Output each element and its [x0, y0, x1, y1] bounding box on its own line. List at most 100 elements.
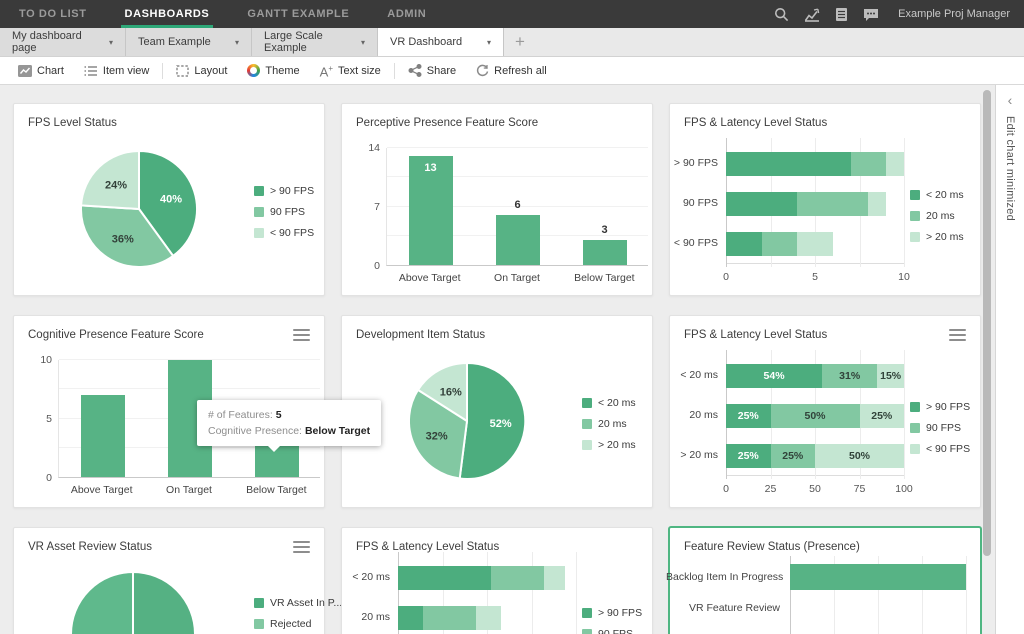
pie-slice-label: 24% [105, 180, 127, 192]
card-menu-icon[interactable] [293, 541, 310, 553]
bar-segment[interactable] [851, 152, 887, 176]
chevron-left-icon[interactable]: ‹ [1008, 94, 1013, 106]
bar-segment[interactable] [886, 152, 904, 176]
bar[interactable] [790, 564, 966, 590]
card-menu-icon[interactable] [949, 329, 966, 341]
nav-item-todo-list[interactable]: TO DO LIST [15, 0, 91, 28]
legend-item[interactable]: > 90 FPS [582, 606, 642, 620]
report-icon[interactable] [835, 7, 848, 22]
pie-chart [71, 572, 195, 634]
bar-segment[interactable] [868, 192, 886, 216]
theme-button[interactable]: Theme [237, 57, 309, 84]
nav-item-dashboards[interactable]: DASHBOARDS [121, 0, 214, 28]
bar-segment[interactable] [726, 192, 797, 216]
legend-item[interactable]: < 90 FPS [254, 226, 314, 240]
bar-segment[interactable] [726, 232, 762, 256]
bar-value-label: 6 [514, 199, 520, 211]
chart-card-fps-latency-2: FPS & Latency Level Status 54%31%15%25%5… [669, 315, 981, 508]
bar-segment[interactable] [491, 566, 544, 590]
legend-item[interactable]: > 90 FPS [910, 400, 970, 414]
chart-card-fps-latency-1: FPS & Latency Level Status > 90 FPS90 FP… [669, 103, 981, 296]
add-dashboard-button[interactable]: + [504, 28, 536, 56]
bar-segment[interactable]: 50% [815, 444, 904, 468]
layout-button[interactable]: Layout [166, 57, 237, 84]
legend-item[interactable]: 90 FPS [910, 421, 970, 435]
chevron-down-icon[interactable]: ▾ [235, 38, 239, 47]
card-menu-icon[interactable] [293, 329, 310, 341]
tooltip-row: # of Features:5 [208, 407, 370, 423]
tab-label: VR Dashboard [390, 36, 462, 48]
bar-segment[interactable]: 25% [726, 444, 771, 468]
legend-item[interactable]: > 20 ms [910, 230, 964, 244]
gridline [576, 552, 577, 634]
tab-vr-dashboard[interactable]: VR Dashboard ▾ [378, 28, 504, 56]
nav-item-admin[interactable]: ADMIN [383, 0, 430, 28]
bar[interactable] [583, 240, 627, 265]
legend-item[interactable]: 20 ms [582, 417, 636, 431]
legend-item[interactable]: < 20 ms [582, 396, 636, 410]
tab-my-dashboard-page[interactable]: My dashboard page▾ [0, 28, 126, 56]
bar-segment[interactable] [726, 152, 851, 176]
legend-item[interactable]: 20 ms [910, 209, 964, 223]
tab-team-example[interactable]: Team Example▾ [126, 28, 252, 56]
legend-item[interactable]: 90 FPS [254, 205, 314, 219]
legend-swatch [910, 232, 920, 242]
pie-chart: 52%32%16% [409, 363, 525, 479]
legend-item[interactable]: 90 FPS [582, 627, 642, 634]
bar-segment[interactable] [762, 232, 798, 256]
legend-item[interactable]: > 90 FPS [254, 184, 314, 198]
chart-button[interactable]: Chart [8, 57, 74, 84]
search-icon[interactable] [774, 7, 789, 22]
bar-segment[interactable]: 31% [822, 364, 877, 388]
legend-item[interactable]: < 90 FPS [910, 442, 970, 456]
tab-large-scale-example[interactable]: Large Scale Example▾ [252, 28, 378, 56]
vertical-scrollbar-thumb[interactable] [983, 90, 991, 556]
legend-swatch [254, 207, 264, 217]
pie-slice[interactable] [133, 572, 195, 634]
bar-segment[interactable] [797, 192, 868, 216]
pie-slice[interactable] [71, 572, 133, 634]
bar[interactable] [496, 215, 540, 265]
bar-segment[interactable]: 50% [771, 404, 860, 428]
bar-segment[interactable]: 25% [726, 404, 771, 428]
x-axis-category-label: Below Target [554, 272, 654, 284]
menu-bar [293, 541, 310, 543]
user-name[interactable]: Example Proj Manager [898, 8, 1010, 20]
x-axis-tick-label: 0 [723, 271, 729, 283]
bar-segment[interactable] [423, 606, 476, 630]
analytics-icon[interactable] [804, 7, 820, 22]
y-axis-category-label: 20 ms [670, 409, 718, 421]
edit-chart-panel-collapsed[interactable]: ‹ Edit chart minimized [995, 85, 1024, 634]
bar-segment[interactable]: 25% [860, 404, 905, 428]
button-label: Text size [338, 65, 381, 77]
chart-card-feature-review-presence[interactable]: Feature Review Status (Presence) Backlog… [669, 527, 981, 634]
bar-segment[interactable] [544, 566, 565, 590]
chevron-down-icon[interactable]: ▾ [109, 38, 113, 47]
chevron-down-icon[interactable]: ▾ [361, 38, 365, 47]
legend-item[interactable]: Rejected [254, 617, 342, 631]
bar-segment[interactable]: 54% [726, 364, 822, 388]
bar-segment[interactable] [398, 606, 423, 630]
text-size-button[interactable]: A+ Text size [310, 57, 391, 84]
nav-item-gantt-example[interactable]: GANTT EXAMPLE [243, 0, 353, 28]
bar-segment[interactable]: 15% [877, 364, 904, 388]
x-axis-tick-label: 50 [809, 483, 821, 495]
chart-title: VR Asset Review Status [28, 541, 152, 553]
chat-icon[interactable] [863, 7, 879, 22]
legend-item[interactable]: < 20 ms [910, 188, 964, 202]
refresh-all-button[interactable]: Refresh all [466, 57, 557, 84]
chart-toolbar: Chart Item view Layout Theme A+ Text siz… [0, 57, 1024, 85]
bar-segment[interactable] [476, 606, 501, 630]
chart-card-development-item-status: Development Item Status 52%32%16%< 20 ms… [341, 315, 653, 508]
x-axis-category-label: Above Target [52, 484, 152, 496]
legend-item[interactable]: VR Asset In P... [254, 596, 342, 610]
bar-segment[interactable] [398, 566, 491, 590]
bar-segment[interactable] [797, 232, 833, 256]
share-button[interactable]: Share [398, 57, 466, 84]
bar[interactable] [81, 395, 125, 477]
legend-item[interactable]: > 20 ms [582, 438, 636, 452]
bar-segment[interactable]: 25% [771, 444, 816, 468]
chevron-down-icon[interactable]: ▾ [487, 38, 491, 47]
item-view-button[interactable]: Item view [74, 57, 159, 84]
menu-bar [293, 334, 310, 336]
